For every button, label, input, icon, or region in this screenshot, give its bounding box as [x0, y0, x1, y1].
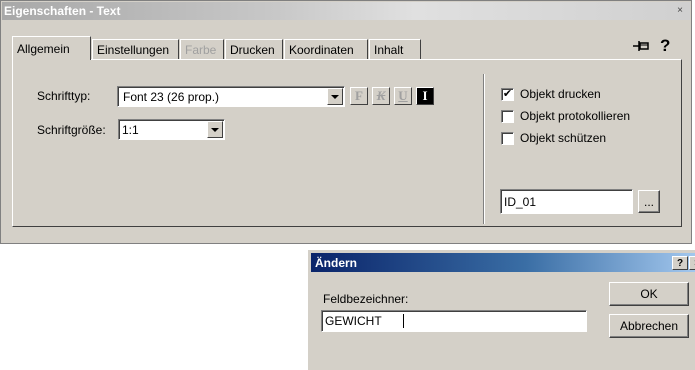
- underline-icon: U: [398, 88, 408, 103]
- pin-icon[interactable]: [632, 39, 650, 56]
- properties-window-title: Eigenschaften - Text: [4, 4, 121, 18]
- tab-farbe: Farbe: [180, 39, 224, 59]
- ok-label: OK: [640, 287, 658, 301]
- tab-drucken[interactable]: Drucken: [225, 39, 283, 59]
- close-icon[interactable]: ×: [689, 256, 695, 270]
- size-label: Schriftgröße:: [37, 123, 106, 137]
- help-icon[interactable]: ?: [672, 256, 688, 270]
- tab-label: Allgemein: [17, 41, 70, 56]
- id-value: ID_01: [504, 195, 537, 209]
- inverse-icon: I: [422, 88, 428, 103]
- log-object-checkbox[interactable]: [501, 110, 514, 123]
- protect-object-label: Objekt schützen: [520, 131, 607, 145]
- close-icon[interactable]: ×: [674, 5, 686, 17]
- size-combobox[interactable]: 1:1: [118, 119, 225, 140]
- italic-button: K: [372, 87, 390, 105]
- print-object-label: Objekt drucken: [520, 87, 601, 101]
- chevron-down-icon[interactable]: [207, 121, 223, 138]
- properties-title-bar[interactable]: Eigenschaften - Text ×: [2, 2, 690, 20]
- vertical-divider: [483, 74, 485, 224]
- cancel-button[interactable]: Abbrechen: [609, 314, 689, 338]
- bold-icon: F: [355, 88, 363, 103]
- font-value: Font 23 (26 prop.): [123, 90, 220, 104]
- ok-button[interactable]: OK: [609, 282, 689, 306]
- tab-inhalt[interactable]: Inhalt: [369, 39, 421, 59]
- size-value: 1:1: [122, 123, 139, 137]
- properties-window: Eigenschaften - Text × Allgemein Einstel…: [0, 0, 692, 244]
- font-label: Schrifttyp:: [37, 89, 91, 103]
- check-icon: ✔: [502, 88, 513, 100]
- field-name-input[interactable]: GEWICHT: [321, 310, 587, 332]
- edit-dialog: Ändern ? × Feldbezeichner: GEWICHT OK Ab…: [308, 250, 695, 370]
- text-caret: [403, 314, 404, 328]
- font-combobox[interactable]: Font 23 (26 prop.): [117, 86, 345, 107]
- dialog-title: Ändern: [315, 256, 357, 270]
- help-icon[interactable]: ?: [660, 36, 670, 56]
- field-name-label: Feldbezeichner:: [323, 292, 409, 306]
- underline-button: U: [394, 87, 412, 105]
- tab-allgemein[interactable]: Allgemein: [12, 36, 91, 60]
- dialog-title-bar[interactable]: Ändern ? ×: [311, 253, 695, 272]
- bold-button: F: [350, 87, 368, 105]
- log-object-label: Objekt protokollieren: [520, 109, 631, 123]
- browse-label: ...: [643, 194, 654, 209]
- tab-label: Farbe: [185, 42, 217, 57]
- tab-label: Einstellungen: [97, 42, 170, 57]
- cancel-label: Abbrechen: [619, 319, 679, 333]
- tab-label: Koordinaten: [289, 42, 354, 57]
- tab-label: Inhalt: [374, 42, 404, 57]
- id-field[interactable]: ID_01: [500, 189, 633, 214]
- chevron-down-icon[interactable]: [327, 88, 343, 105]
- protect-object-checkbox[interactable]: [501, 132, 514, 145]
- field-name-value: GEWICHT: [325, 314, 382, 328]
- tab-panel-allgemein: Schrifttyp: Font 23 (26 prop.) F K U I S…: [12, 59, 682, 227]
- print-object-checkbox[interactable]: ✔: [501, 88, 514, 101]
- tab-einstellungen[interactable]: Einstellungen: [92, 39, 179, 59]
- tab-koordinaten[interactable]: Koordinaten: [284, 39, 368, 59]
- tab-label: Drucken: [230, 42, 275, 57]
- inverse-button[interactable]: I: [416, 87, 434, 105]
- italic-icon: K: [376, 88, 386, 103]
- browse-button[interactable]: ...: [638, 190, 660, 213]
